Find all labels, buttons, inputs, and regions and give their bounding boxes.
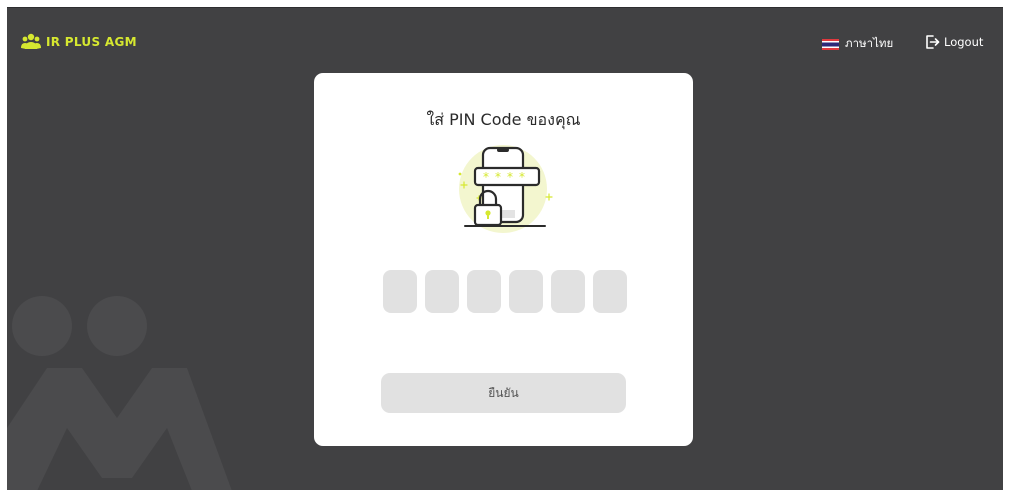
svg-text:*: *	[483, 170, 489, 184]
phone-lock-password-icon: * * * *	[458, 145, 553, 233]
pin-digit-1[interactable]	[383, 270, 417, 313]
pin-card: ใส่ PIN Code ของคุณ * * * * ยืนยัน	[314, 73, 693, 446]
thai-flag-icon	[822, 38, 839, 50]
language-label: ภาษาไทย	[845, 36, 894, 50]
logout-icon	[926, 35, 940, 49]
logout-button[interactable]: Logout	[924, 34, 983, 50]
confirm-button[interactable]: ยืนยัน	[381, 373, 626, 413]
pin-digit-6[interactable]	[593, 270, 627, 313]
users-group-icon	[21, 33, 41, 49]
svg-text:*: *	[507, 170, 513, 184]
pin-title: ใส่ PIN Code ของคุณ	[426, 110, 581, 129]
brand-text: IR PLUS AGM	[46, 34, 137, 49]
brand-logo[interactable]: IR PLUS AGM	[21, 33, 137, 50]
app-window: IR PLUS AGM ภาษาไทย Logout ใส่ PIN Code …	[7, 7, 1003, 490]
logout-label: Logout	[944, 35, 984, 49]
language-switcher[interactable]: ภาษาไทย	[822, 35, 893, 53]
pin-digit-3[interactable]	[467, 270, 501, 313]
pin-digit-5[interactable]	[551, 270, 585, 313]
svg-text:*: *	[495, 170, 501, 184]
svg-text:*: *	[519, 170, 525, 184]
pin-digit-4[interactable]	[509, 270, 543, 313]
pin-input-row	[383, 270, 627, 313]
pin-digit-2[interactable]	[425, 270, 459, 313]
